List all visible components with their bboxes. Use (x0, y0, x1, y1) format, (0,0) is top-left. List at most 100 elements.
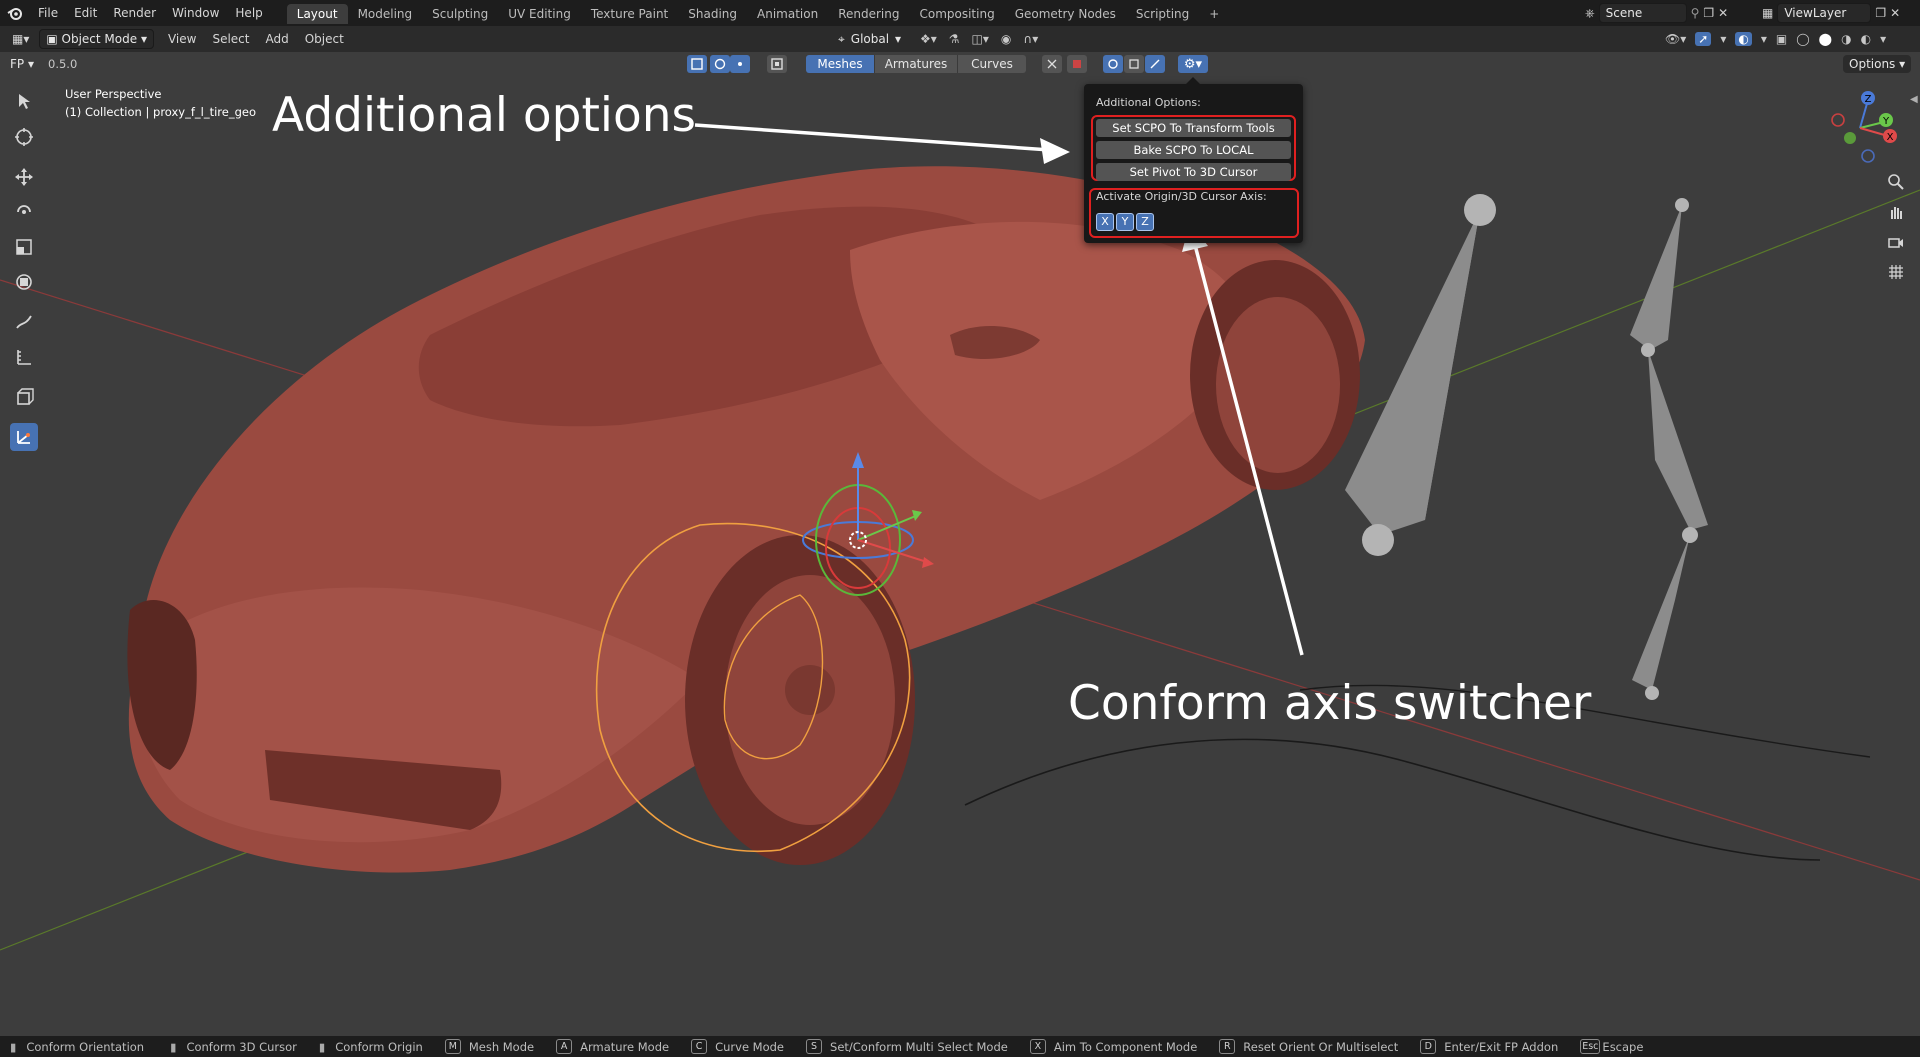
fp-conform-tool-icon[interactable] (10, 423, 38, 451)
annotate-tool-icon[interactable] (10, 308, 38, 336)
add-workspace-button[interactable]: + (1199, 4, 1229, 24)
bake-scpo-local-button[interactable]: Bake SCPO To LOCAL (1096, 141, 1291, 159)
move-tool-icon[interactable] (10, 163, 38, 191)
conform-origin-icon[interactable] (730, 55, 750, 73)
mouse-middle-icon: ▮ (170, 1039, 177, 1054)
status-curve-mode: C Curve Mode (691, 1039, 784, 1054)
mode-curves-button[interactable]: Curves (958, 55, 1026, 73)
mode-selector[interactable]: ▣ Object Mode ▾ (39, 29, 154, 49)
addon-label-dropdown[interactable]: FP ▾ (10, 55, 34, 73)
status-conform-origin: ▮ Conform Origin (319, 1040, 423, 1054)
proportional-edit-icon[interactable]: ◉ (1001, 29, 1011, 49)
status-reset-orient: R Reset Orient Or Multiselect (1219, 1039, 1398, 1054)
pin-icon[interactable]: ⚲ (1691, 6, 1700, 20)
wireframe-shading-icon[interactable]: ◯ (1796, 32, 1809, 46)
additional-options-gear-icon[interactable]: ⚙▾ (1178, 55, 1208, 73)
axis-z-button[interactable]: Z (1136, 213, 1154, 231)
tab-rendering[interactable]: Rendering (828, 4, 909, 24)
transform-orientation[interactable]: ⌖ Global ▾ (838, 29, 901, 49)
scale-tool-icon[interactable] (10, 233, 38, 261)
snap-target-icon[interactable]: ◫▾ (972, 29, 989, 49)
menu-view[interactable]: View (160, 29, 204, 49)
measure-tool-icon[interactable] (10, 343, 38, 371)
pan-hand-icon[interactable] (1882, 198, 1910, 226)
mode-armatures-button[interactable]: Armatures (875, 55, 958, 73)
menu-window[interactable]: Window (164, 0, 227, 26)
toggle-multi-icon[interactable] (767, 55, 787, 73)
tab-geometry-nodes[interactable]: Geometry Nodes (1005, 4, 1126, 24)
status-label: Set/Conform Multi Select Mode (830, 1039, 1008, 1054)
blender-logo-icon[interactable] (0, 0, 30, 26)
ortho-grid-icon[interactable] (1882, 258, 1910, 286)
tab-animation[interactable]: Animation (747, 4, 828, 24)
reset-orient-icon[interactable] (1067, 55, 1087, 73)
status-armature-mode: A Armature Mode (556, 1039, 669, 1054)
axis-y-button[interactable]: Y (1116, 213, 1134, 231)
menu-file[interactable]: File (30, 0, 66, 26)
solid-shading-icon[interactable]: ⬤ (1819, 32, 1832, 46)
visibility-icon[interactable]: 👁▾ (1665, 32, 1686, 46)
snap-icon[interactable]: ⚗ (949, 29, 960, 49)
mouse-left-icon: ▮ (10, 1039, 17, 1054)
delete-scene-icon[interactable]: ✕ (1718, 6, 1728, 20)
snap-bounds-icon[interactable] (1124, 55, 1144, 73)
pivot-point-icon[interactable]: ❖▾ (920, 29, 937, 49)
material-shading-icon[interactable]: ◑ (1841, 32, 1851, 46)
mode-meshes-button[interactable]: Meshes (806, 55, 875, 73)
tab-compositing[interactable]: Compositing (909, 4, 1004, 24)
status-enter-exit-fp: D Enter/Exit FP Addon (1420, 1039, 1558, 1054)
tab-shading[interactable]: Shading (678, 4, 747, 24)
shading-dropdown-icon[interactable]: ▾ (1880, 32, 1886, 46)
viewport-perspective-label: User Perspective (65, 87, 162, 101)
menu-edit[interactable]: Edit (66, 0, 105, 26)
aim-component-icon[interactable] (1042, 55, 1062, 73)
set-pivot-3d-cursor-button[interactable]: Set Pivot To 3D Cursor (1096, 163, 1291, 181)
pivot-snapping-controls: ❖▾ ⚗ ◫▾ ◉ ∩▾ (920, 29, 1038, 49)
snap-origin-icon[interactable] (1103, 55, 1123, 73)
new-scene-icon[interactable]: ❐ (1703, 6, 1714, 20)
tab-scripting[interactable]: Scripting (1126, 4, 1199, 24)
falloff-icon[interactable]: ∩▾ (1023, 29, 1038, 49)
set-scpo-transform-tools-button[interactable]: Set SCPO To Transform Tools (1096, 119, 1291, 137)
key-m: M (444, 1039, 461, 1054)
scene-icon[interactable]: ⎈ (1585, 6, 1595, 21)
menu-render[interactable]: Render (105, 0, 164, 26)
menu-help[interactable]: Help (227, 0, 270, 26)
overlay-dropdown-icon[interactable]: ▾ (1761, 32, 1767, 46)
snap-target-icon[interactable] (1145, 55, 1165, 73)
sidebar-toggle-icon[interactable]: ◀ (1910, 94, 1918, 105)
conform-orientation-icon[interactable] (687, 55, 707, 73)
tab-texture-paint[interactable]: Texture Paint (581, 4, 678, 24)
new-view-layer-icon[interactable]: ❐ (1875, 6, 1886, 20)
select-box-tool-icon[interactable] (10, 87, 38, 115)
menu-add[interactable]: Add (257, 29, 296, 49)
tab-modeling[interactable]: Modeling (348, 4, 423, 24)
gizmo-toggle-icon[interactable]: ➚ (1695, 32, 1712, 46)
options-dropdown[interactable]: Options ▾ (1843, 55, 1912, 73)
menu-select[interactable]: Select (204, 29, 257, 49)
zoom-icon[interactable] (1882, 168, 1910, 196)
gizmo-dropdown-icon[interactable]: ▾ (1720, 32, 1726, 46)
tab-uv-editing[interactable]: UV Editing (498, 4, 581, 24)
axis-x-button[interactable]: X (1096, 213, 1114, 231)
cursor-tool-icon[interactable] (10, 123, 38, 151)
overlay-toggle-icon[interactable]: ◐ (1735, 32, 1752, 46)
add-cube-tool-icon[interactable] (10, 383, 38, 411)
delete-view-layer-icon[interactable]: ✕ (1890, 6, 1900, 20)
navigation-gizmo[interactable]: Z Y X (1820, 88, 1900, 168)
transform-tool-icon[interactable] (10, 268, 38, 296)
view-layer-name-field[interactable]: ViewLayer (1777, 3, 1872, 23)
conform-cursor-icon[interactable] (710, 55, 730, 73)
editor-type-icon[interactable]: ▦▾ (0, 29, 35, 49)
rotate-tool-icon[interactable] (10, 198, 38, 226)
xray-toggle-icon[interactable]: ▣ (1776, 32, 1787, 46)
camera-view-icon[interactable] (1882, 228, 1910, 256)
view-layer-icon[interactable]: ▦ (1762, 6, 1773, 20)
key-esc: Esc (1580, 1039, 1601, 1054)
tab-sculpting[interactable]: Sculpting (422, 4, 498, 24)
mouse-right-icon: ▮ (318, 1039, 326, 1054)
scene-name-field[interactable]: Scene (1598, 3, 1687, 23)
rendered-shading-icon[interactable]: ◐ (1861, 32, 1871, 46)
menu-object[interactable]: Object (297, 29, 352, 49)
tab-layout[interactable]: Layout (286, 4, 348, 24)
